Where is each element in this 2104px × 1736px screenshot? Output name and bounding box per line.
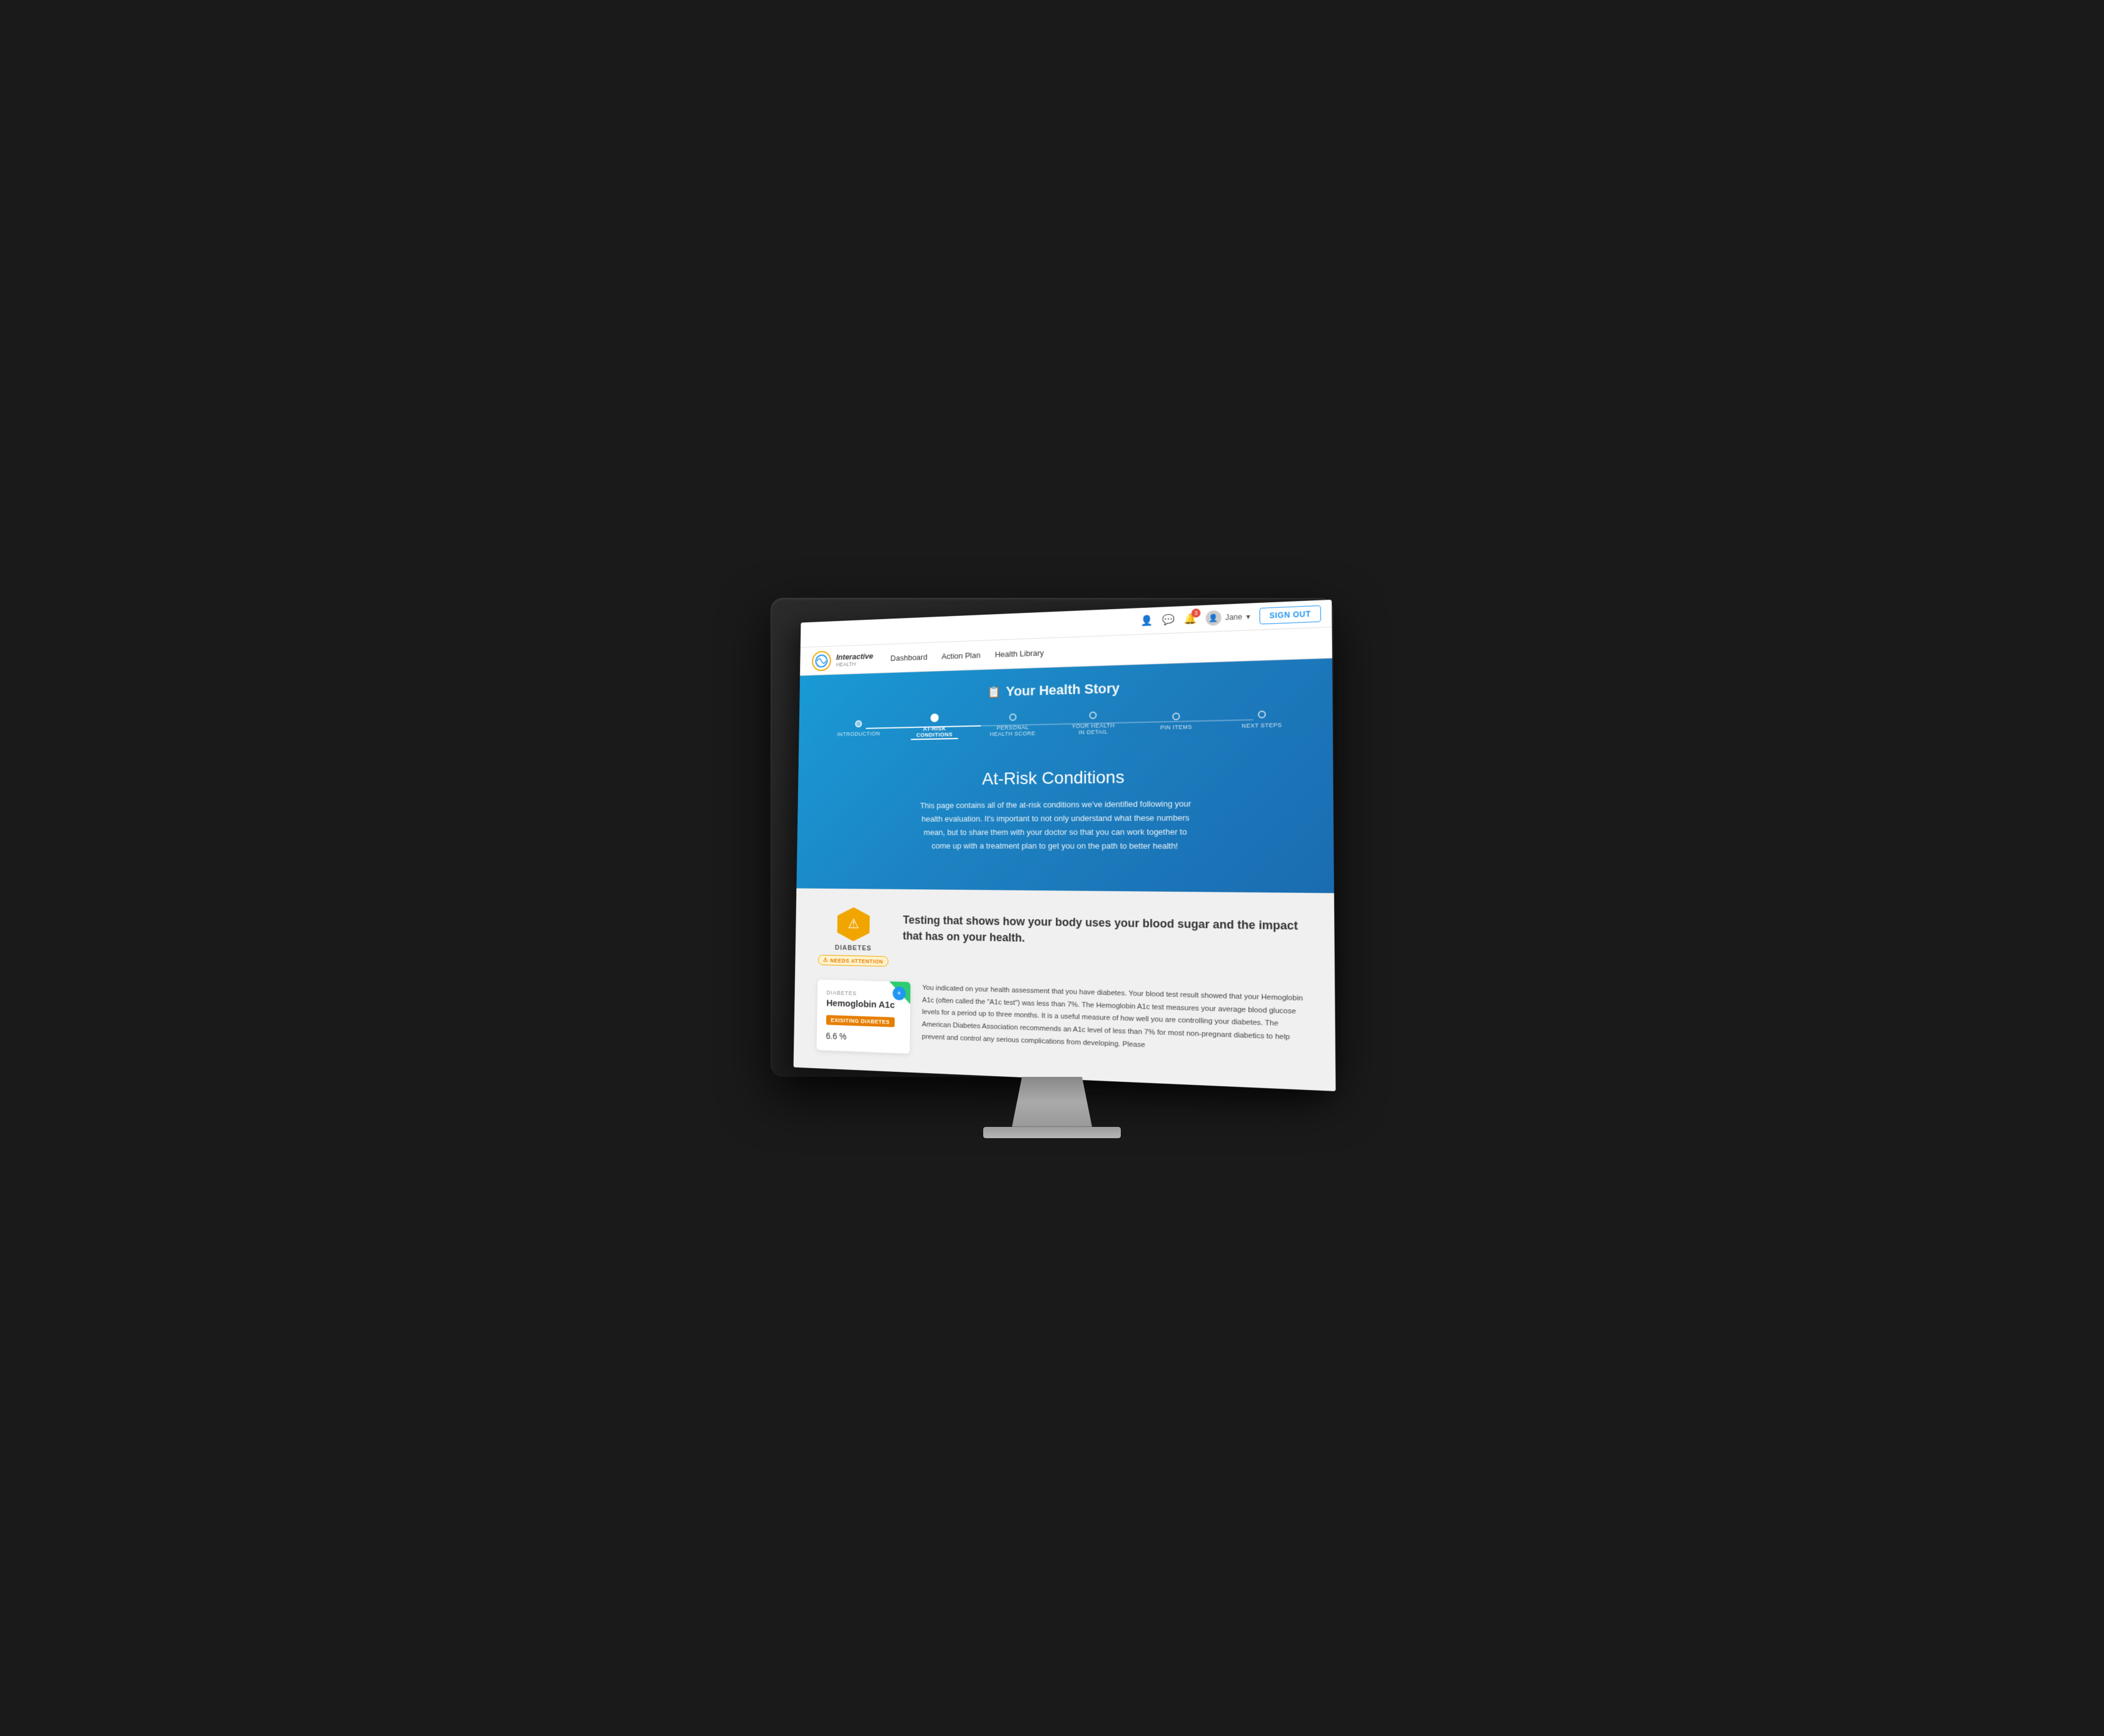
nav-dashboard[interactable]: Dashboard xyxy=(891,650,928,665)
card-row: + DIABETES Hemoglobin A1c EXISITING DIAB… xyxy=(817,980,1308,1071)
dropdown-arrow-icon: ▾ xyxy=(1246,612,1250,621)
step-health-in-detail[interactable]: Your Health In Detail xyxy=(1053,710,1135,736)
step-dot-pin xyxy=(1172,712,1180,720)
nav-links: Dashboard Action Plan Health Library xyxy=(891,646,1044,665)
needs-attention-text: NEEDS ATTENTION xyxy=(830,957,883,965)
monitor-base xyxy=(983,1127,1121,1138)
health-card: + DIABETES Hemoglobin A1c EXISITING DIAB… xyxy=(817,980,911,1054)
needs-attention-badge: ⚠ NEEDS ATTENTION xyxy=(818,955,889,967)
monitor-screen: 👤 💬 🔔 3 👤 Jane ▾ SIGN OUT xyxy=(794,600,1336,1091)
step-at-risk[interactable]: At-Risk Conditions xyxy=(896,713,974,740)
step-label-at-risk: At-Risk Conditions xyxy=(911,725,958,740)
diabetes-warning-icon: ⚠ xyxy=(847,916,859,932)
logo: Interactive HEALTH xyxy=(811,648,873,672)
attention-icon: ⚠ xyxy=(823,957,828,964)
step-dot-at-risk xyxy=(931,714,939,722)
card-description: You indicated on your health assessment … xyxy=(922,983,1308,1059)
notification-badge: 3 xyxy=(1191,608,1200,618)
diabetes-label: DIABETES xyxy=(835,945,872,953)
hero-section: 📋 Your Health Story Introduction xyxy=(796,659,1334,894)
step-personal-health-score[interactable]: Personal Health Score xyxy=(973,712,1053,737)
username: Jane xyxy=(1225,613,1242,622)
logo-text-wrapper: Interactive HEALTH xyxy=(836,652,874,668)
at-risk-description: This page contains all of the at-risk co… xyxy=(913,797,1198,854)
monitor-stand xyxy=(1002,1077,1102,1127)
step-next-steps[interactable]: Next Steps xyxy=(1218,709,1305,729)
card-badge: EXISITING DIABETES xyxy=(826,1016,894,1027)
top-bar-icons: 👤 💬 🔔 3 👤 Jane ▾ SIGN OUT xyxy=(1140,605,1321,629)
monitor-frame: 👤 💬 🔔 3 👤 Jane ▾ SIGN OUT xyxy=(771,598,1333,1076)
step-dot-next xyxy=(1258,710,1266,719)
step-label-pin: Pin Items xyxy=(1160,724,1192,730)
share-icon[interactable]: 👤 xyxy=(1140,615,1153,628)
step-label-next: Next Steps xyxy=(1242,722,1282,729)
step-dot-health-detail xyxy=(1090,711,1097,719)
notification-icon[interactable]: 🔔 3 xyxy=(1184,613,1197,626)
avatar: 👤 xyxy=(1206,610,1221,626)
diabetes-hexagon-icon: ⚠ xyxy=(837,907,869,942)
content-section: ⚠ DIABETES ⚠ NEEDS ATTENTION Testing tha… xyxy=(794,889,1336,1092)
diabetes-heading: Testing that shows how your body uses yo… xyxy=(903,908,1307,952)
step-label-health-detail: Your Health In Detail xyxy=(1068,722,1118,736)
message-icon[interactable]: 💬 xyxy=(1162,613,1175,627)
logo-name: Interactive xyxy=(836,652,873,662)
app-wrapper: 👤 💬 🔔 3 👤 Jane ▾ SIGN OUT xyxy=(794,600,1336,1091)
logo-sub: HEALTH xyxy=(836,660,873,668)
card-value: 6.6 % xyxy=(826,1031,900,1044)
step-pin-items[interactable]: Pin Items xyxy=(1135,712,1219,731)
step-dot-health-score xyxy=(1009,714,1016,721)
step-label-introduction: Introduction xyxy=(837,730,880,737)
diabetes-icon-wrapper: ⚠ DIABETES ⚠ NEEDS ATTENTION xyxy=(818,907,889,967)
nav-health-library[interactable]: Health Library xyxy=(995,646,1044,662)
nav-action-plan[interactable]: Action Plan xyxy=(941,648,981,664)
logo-icon xyxy=(811,650,832,672)
sign-out-button[interactable]: SIGN OUT xyxy=(1260,605,1322,625)
at-risk-section: At-Risk Conditions This page contains al… xyxy=(819,752,1307,867)
diabetes-header: ⚠ DIABETES ⚠ NEEDS ATTENTION Testing tha… xyxy=(818,907,1307,977)
monitor-wrapper: 👤 💬 🔔 3 👤 Jane ▾ SIGN OUT xyxy=(771,598,1333,1138)
at-risk-title: At-Risk Conditions xyxy=(843,765,1279,790)
step-label-health-score: Personal Health Score xyxy=(988,724,1037,737)
step-introduction[interactable]: Introduction xyxy=(821,719,896,737)
user-info[interactable]: 👤 Jane ▾ xyxy=(1206,609,1250,626)
step-dot-introduction xyxy=(855,720,862,727)
